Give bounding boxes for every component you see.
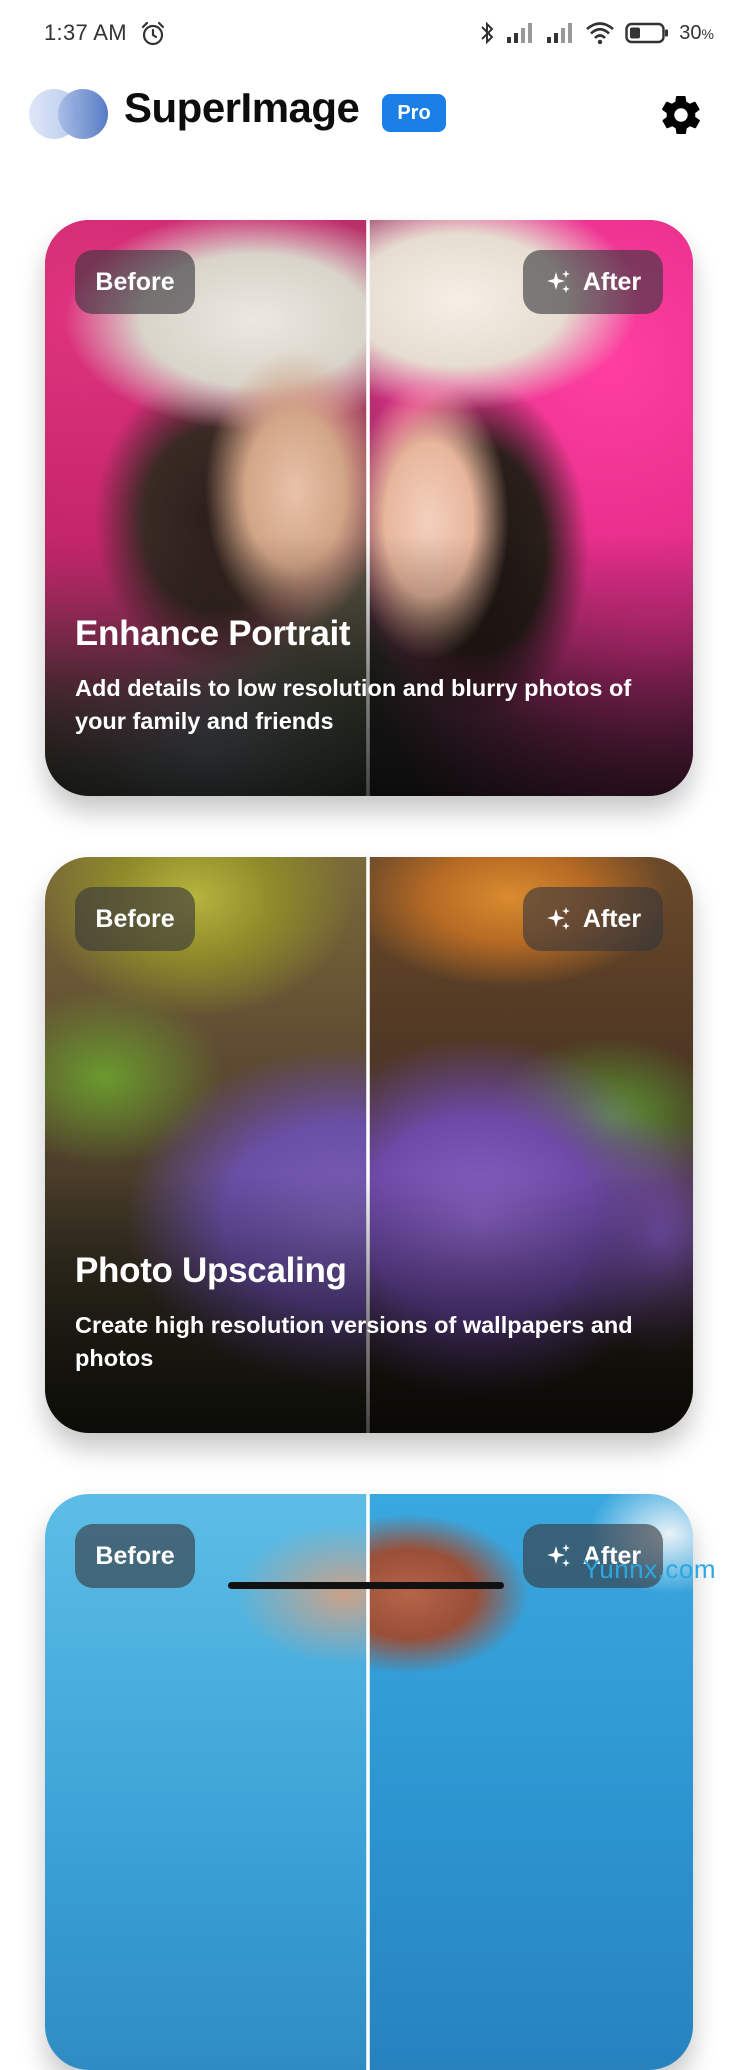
after-label: After [523,250,663,314]
before-label: Before [75,250,195,314]
card-description: Create high resolution versions of wallp… [75,1312,633,1371]
watermark: Yunnx.com [582,1554,716,1584]
app-header: SuperImage Pro [0,80,738,154]
app-logo [29,89,108,139]
bluetooth-icon [481,21,494,45]
home-indicator[interactable] [228,1582,504,1589]
before-label: Before [75,887,195,951]
card-description: Add details to low resolution and blurry… [75,675,632,734]
card-title: Photo Upscaling [75,1251,347,1290]
photo-upscaling-card[interactable]: Before After Photo Upscaling Create high… [45,857,693,1433]
comparison-divider[interactable] [366,1494,370,2070]
wifi-icon [586,22,615,45]
status-bar: 1:37 AM 30% [0,0,738,68]
signal-icon [547,23,573,43]
enhance-portrait-card[interactable]: Before After Enhance Portrait Add detail… [45,220,693,796]
card-title: Enhance Portrait [75,614,351,653]
sparkle-icon [546,1544,570,1567]
after-label: After [523,887,663,951]
status-icons: 30% [479,18,714,48]
pro-badge[interactable]: Pro [382,94,446,132]
battery-percent: 30% [679,21,714,44]
sparkle-icon [546,270,570,293]
status-time: 1:37 AM [44,20,127,45]
before-label: Before [75,1524,195,1588]
sparkle-icon [546,907,570,930]
signal-icon [507,23,533,43]
app-title: SuperImage [124,84,360,131]
settings-gear-icon[interactable] [658,92,704,138]
alarm-icon [141,21,165,46]
battery-icon [625,22,669,44]
